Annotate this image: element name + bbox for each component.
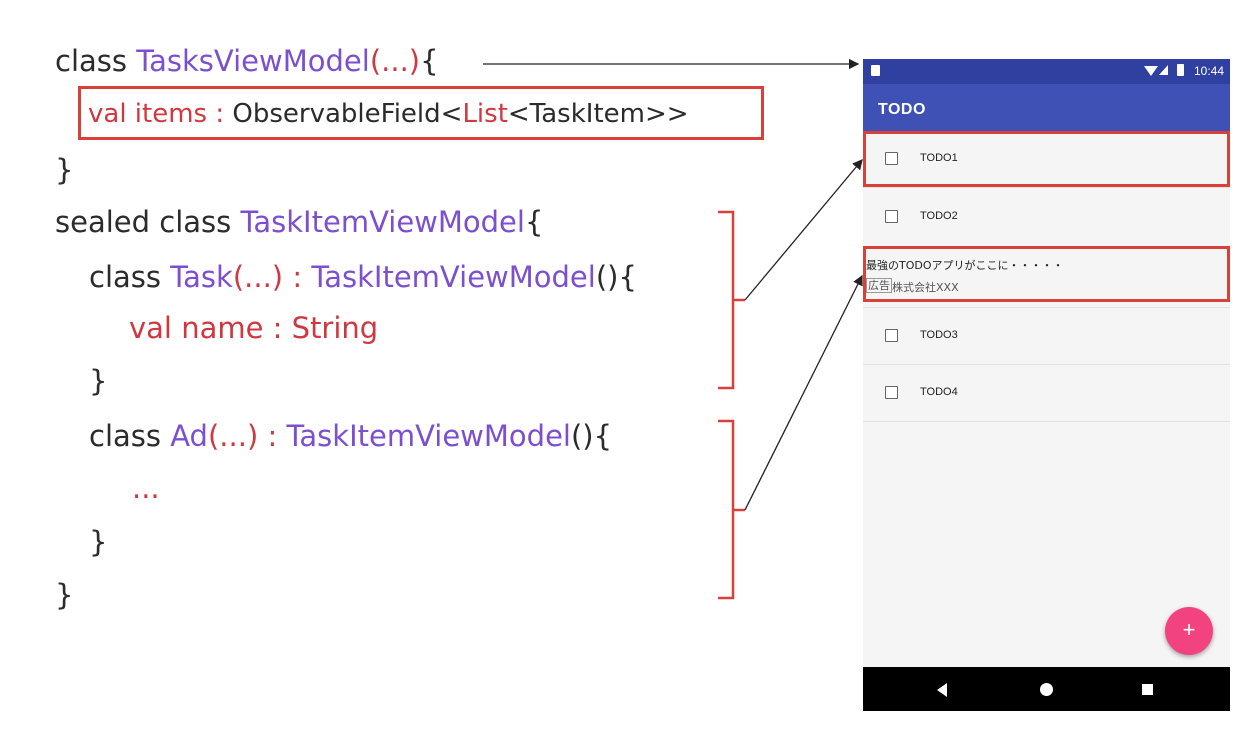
code-tail: (){ (595, 260, 637, 294)
code-line-close-3: } (89, 525, 108, 559)
code-keyword: class (55, 44, 137, 78)
code-type: Task (170, 260, 233, 294)
code-type: TaskItemViewModel (240, 205, 525, 239)
status-bar: 10:44 (863, 59, 1230, 84)
checkbox[interactable] (885, 210, 898, 223)
code-line-class-ad: class Ad(...) : TaskItemViewModel(){ (89, 418, 612, 454)
code-args: (...) (232, 260, 284, 294)
todo-label: TODO3 (920, 329, 958, 341)
navigation-bar (863, 667, 1230, 711)
sd-card-icon (871, 65, 880, 76)
todo-row-4[interactable]: TODO4 (863, 365, 1230, 422)
battery-icon (1177, 64, 1184, 76)
code-brace: { (524, 205, 544, 239)
code-line-close-1: } (55, 153, 74, 187)
code-line-val-items: val items : ObservableField<List<TaskIte… (88, 96, 689, 132)
code-line-class-task: class Task(...) : TaskItemViewModel(){ (89, 259, 637, 295)
code-args: (...) (369, 44, 421, 78)
checkbox[interactable] (885, 329, 898, 342)
code-type-list: List (462, 99, 508, 129)
app-bar: TODO (863, 84, 1230, 131)
code-type: Ad (170, 419, 208, 453)
todo-label: TODO2 (920, 210, 958, 222)
todo1-highlight-box (863, 131, 1230, 187)
task-arrow (744, 159, 863, 301)
status-time: 10:44 (1193, 64, 1224, 78)
ad-highlight-box (863, 246, 1230, 302)
code-type-observable: ObservableField< (232, 99, 463, 129)
code-type: TasksViewModel (136, 44, 370, 78)
home-icon[interactable] (1040, 683, 1053, 696)
phone-screen: 10:44 TODO TODO1 TODO2 最強のTODOアプリがここに・・・… (863, 59, 1230, 711)
todo-row-3[interactable]: TODO3 (863, 308, 1230, 365)
code-type-taskitem: <TaskItem>> (507, 99, 689, 129)
code-colon: : (258, 419, 287, 453)
code-line-class-tasksviewmodel: class TasksViewModel(...){ (55, 43, 439, 79)
code-line-sealed-class: sealed class TaskItemViewModel{ (55, 204, 543, 240)
ad-arrow (744, 274, 863, 511)
code-line-close-4: } (55, 578, 74, 612)
checkbox[interactable] (885, 386, 898, 399)
code-colon: : (283, 260, 312, 294)
code-tail: (){ (570, 419, 613, 453)
recent-apps-icon[interactable] (1142, 684, 1153, 695)
code-line-ellipsis: ... (132, 471, 160, 505)
code-args: (...) (207, 419, 259, 453)
code-val: val items : (88, 99, 233, 129)
code-parent-type: TaskItemViewModel (286, 419, 571, 453)
code-keyword: class (89, 419, 171, 453)
todo-label: TODO4 (920, 386, 958, 398)
signal-icon (1159, 65, 1168, 75)
task-bracket (718, 210, 745, 390)
add-task-button[interactable]: + (1165, 607, 1213, 655)
code-line-close-2: } (89, 364, 108, 398)
back-icon[interactable] (937, 683, 947, 697)
todo-row-2[interactable]: TODO2 (863, 189, 1230, 248)
code-keyword: sealed class (55, 205, 241, 239)
code-line-val-name: val name : String (129, 311, 379, 345)
code-brace: { (420, 44, 439, 78)
app-title: TODO (878, 101, 926, 118)
ad-bracket (718, 419, 745, 600)
code-keyword: class (89, 260, 171, 294)
code-parent-type: TaskItemViewModel (311, 260, 596, 294)
wifi-icon (1144, 66, 1158, 76)
